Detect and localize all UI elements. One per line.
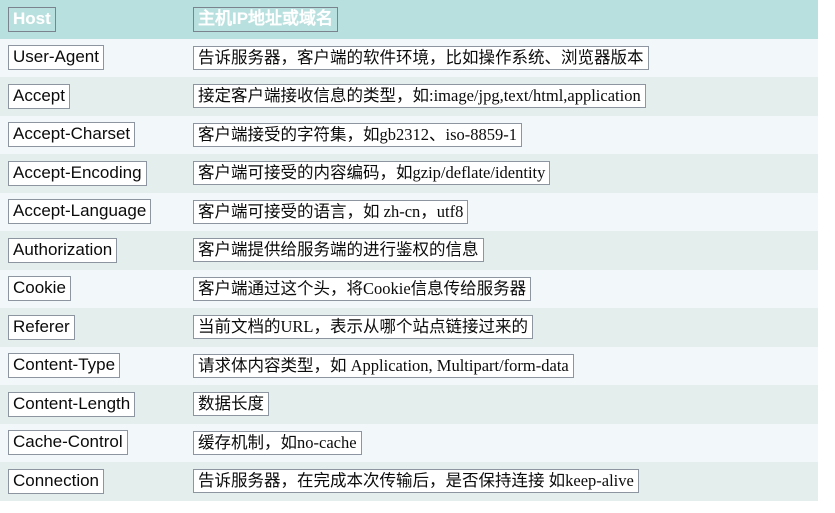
header-cell-description: 主机IP地址或域名 — [185, 0, 818, 39]
cell-header-description: 客户端可接受的语言，如 zh-cn，utf8 — [185, 193, 818, 232]
cell-header-description: 客户端接受的字符集，如gb2312、iso-8859-1 — [185, 116, 818, 155]
header-name-label: Accept-Language — [8, 199, 152, 225]
table-row: Accept 接定客户端接收信息的类型，如:image/jpg,text/html… — [0, 77, 818, 116]
header-name-label: Content-Length — [8, 391, 136, 417]
cell-header-name: Authorization — [0, 231, 185, 270]
header-label-description: 主机IP地址或域名 — [193, 6, 339, 32]
header-description-label: 接定客户端接收信息的类型，如:image/jpg,text/html,appli… — [193, 84, 646, 109]
cell-header-name: Content-Type — [0, 347, 185, 386]
header-name-label: Accept-Charset — [8, 122, 136, 148]
cell-header-description: 当前文档的URL，表示从哪个站点链接过来的 — [185, 308, 818, 347]
cell-header-name: Cookie — [0, 270, 185, 309]
header-name-label: Cache-Control — [8, 430, 128, 456]
table-row: Referer 当前文档的URL，表示从哪个站点链接过来的 — [0, 308, 818, 347]
cell-header-name: User-Agent — [0, 39, 185, 78]
header-description-label: 数据长度 — [193, 392, 269, 417]
header-description-label: 缓存机制，如no-cache — [193, 430, 362, 455]
header-name-label: Content-Type — [8, 353, 121, 379]
header-name-label: Connection — [8, 468, 105, 494]
cell-header-name: Accept-Charset — [0, 116, 185, 155]
table-header-row: Host 主机IP地址或域名 — [0, 0, 818, 39]
cell-header-description: 缓存机制，如no-cache — [185, 424, 818, 463]
table-row: Content-Type 请求体内容类型，如 Application, Multi… — [0, 346, 818, 386]
cell-header-description: 客户端通过这个头，将Cookie信息传给服务器 — [185, 270, 818, 309]
header-label-host: Host — [8, 6, 56, 32]
header-description-label: 客户端通过这个头，将Cookie信息传给服务器 — [193, 276, 532, 301]
cell-header-name: Connection — [0, 462, 185, 501]
table-row: Content-Length 数据长度 — [0, 385, 818, 424]
header-description-label: 客户端接受的字符集，如gb2312、iso-8859-1 — [193, 122, 522, 147]
header-name-label: Authorization — [8, 237, 118, 263]
http-request-headers-table: Host 主机IP地址或域名 User-Agent 告诉服务器，客户端的软件环境，… — [0, 0, 818, 501]
cell-header-name: Accept — [0, 77, 185, 116]
cell-header-name: Referer — [0, 308, 185, 347]
header-name-label: Accept — [8, 83, 70, 109]
header-cell-name: Host — [0, 0, 185, 39]
header-name-label: User-Agent — [8, 45, 104, 71]
cell-header-name: Cache-Control — [0, 424, 185, 463]
table-row: Authorization 客户端提供给服务端的进行鉴权的信息 — [0, 231, 818, 270]
header-description-label: 客户端提供给服务端的进行鉴权的信息 — [193, 238, 484, 263]
header-name-label: Referer — [8, 314, 75, 340]
cell-header-description: 请求体内容类型，如 Application, Multipart/form-da… — [185, 347, 818, 386]
header-description-label: 告诉服务器，在完成本次传输后，是否保持连接 如keep-alive — [193, 469, 639, 494]
table-row: User-Agent 告诉服务器，客户端的软件环境，比如操作系统、浏览器版本 — [0, 38, 818, 78]
header-description-label: 告诉服务器，客户端的软件环境，比如操作系统、浏览器版本 — [193, 45, 649, 70]
header-name-label: Accept-Encoding — [8, 160, 147, 186]
cell-header-description: 告诉服务器，客户端的软件环境，比如操作系统、浏览器版本 — [185, 39, 818, 78]
cell-header-name: Accept-Language — [0, 193, 185, 232]
cell-header-description: 数据长度 — [185, 385, 818, 424]
cell-header-description: 客户端可接受的内容编码，如gzip/deflate/identity — [185, 154, 818, 193]
cell-header-description: 接定客户端接收信息的类型，如:image/jpg,text/html,appli… — [185, 77, 818, 116]
table-row: Cache-Control 缓存机制，如no-cache — [0, 423, 818, 463]
header-description-label: 请求体内容类型，如 Application, Multipart/form-da… — [193, 353, 574, 378]
header-description-label: 客户端可接受的语言，如 zh-cn，utf8 — [193, 199, 469, 224]
table-body: Host 主机IP地址或域名 User-Agent 告诉服务器，客户端的软件环境，… — [0, 0, 818, 501]
cell-header-description: 告诉服务器，在完成本次传输后，是否保持连接 如keep-alive — [185, 462, 818, 501]
header-description-label: 客户端可接受的内容编码，如gzip/deflate/identity — [193, 161, 551, 186]
header-description-label: 当前文档的URL，表示从哪个站点链接过来的 — [193, 315, 533, 340]
table-row: Cookie 客户端通过这个头，将Cookie信息传给服务器 — [0, 269, 818, 309]
cell-header-description: 客户端提供给服务端的进行鉴权的信息 — [185, 231, 818, 270]
cell-header-name: Accept-Encoding — [0, 154, 185, 193]
table-row: Accept-Encoding 客户端可接受的内容编码，如gzip/deflate… — [0, 154, 818, 193]
header-name-label: Cookie — [8, 276, 71, 302]
table-row: Accept-Language 客户端可接受的语言，如 zh-cn，utf8 — [0, 192, 818, 232]
cell-header-name: Content-Length — [0, 385, 185, 424]
table-row: Accept-Charset 客户端接受的字符集，如gb2312、iso-8859… — [0, 115, 818, 155]
table-row: Connection 告诉服务器，在完成本次传输后，是否保持连接 如keep-al… — [0, 462, 818, 501]
